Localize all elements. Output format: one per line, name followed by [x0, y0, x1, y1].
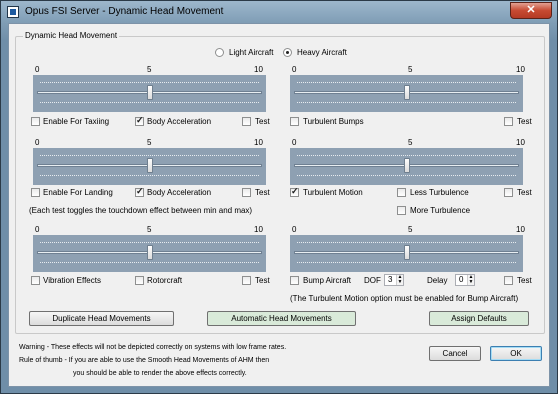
scale-max: 10 [254, 225, 263, 234]
rotorcraft-checkbox[interactable] [135, 276, 144, 285]
bump-aircraft-checkbox[interactable] [290, 276, 299, 285]
bump-aircraft-label: Bump Aircraft [303, 276, 352, 285]
light-aircraft-label: Light Aircraft [229, 48, 274, 57]
test-label: Test [255, 276, 270, 285]
dialog-client: Dynamic Head Movement Light Aircraft Hea… [8, 23, 550, 387]
test-checkbox[interactable] [242, 188, 251, 197]
enable-taxiing-checkbox[interactable] [31, 117, 40, 126]
enable-landing-label: Enable For Landing [43, 188, 113, 197]
slider-thumb[interactable] [403, 158, 410, 173]
duplicate-head-movements-button[interactable]: Duplicate Head Movements [29, 311, 174, 326]
turbulent-motion-checkbox[interactable] [290, 186, 299, 197]
test-checkbox[interactable] [242, 117, 251, 126]
landing-slider[interactable] [33, 148, 266, 185]
dialog-window: Opus FSI Server - Dynamic Head Movement … [0, 0, 558, 394]
scale-min: 0 [292, 225, 297, 234]
touchdown-note: (Each test toggles the touchdown effect … [29, 206, 253, 215]
scale-max: 10 [516, 138, 525, 147]
scale-mid: 5 [408, 138, 413, 147]
scale-min: 0 [35, 138, 40, 147]
vibration-effects-checkbox[interactable] [31, 276, 40, 285]
body-acceleration-checkbox[interactable] [135, 115, 144, 126]
slider-ticks [297, 262, 516, 266]
slider-thumb[interactable] [146, 158, 153, 173]
bump-aircraft-note: (The Turbulent Motion option must be ena… [290, 294, 519, 303]
enable-landing-checkbox[interactable] [31, 188, 40, 197]
slider-ticks [40, 262, 259, 266]
slider-thumb[interactable] [403, 245, 410, 260]
assign-defaults-button[interactable]: Assign Defaults [429, 311, 529, 326]
delay-value: 0 [459, 275, 464, 284]
vibration-slider[interactable] [33, 235, 266, 272]
slider-thumb[interactable] [146, 85, 153, 100]
close-button[interactable]: ✕ [510, 2, 552, 19]
test-checkbox[interactable] [504, 276, 513, 285]
app-icon [7, 6, 19, 18]
scale-min: 0 [35, 65, 40, 74]
title-bar[interactable]: Opus FSI Server - Dynamic Head Movement … [1, 1, 557, 23]
scale-mid: 5 [408, 65, 413, 74]
less-turbulence-label: Less Turbulence [410, 188, 469, 197]
slider-ticks [40, 102, 259, 106]
less-turbulence-checkbox[interactable] [397, 188, 406, 197]
vibration-effects-label: Vibration Effects [43, 276, 101, 285]
body-acceleration-label: Body Acceleration [147, 188, 212, 197]
scale-max: 10 [254, 65, 263, 74]
turbulent-motion-slider[interactable] [290, 148, 523, 185]
bump-aircraft-slider[interactable] [290, 235, 523, 272]
window-title: Opus FSI Server - Dynamic Head Movement [25, 6, 224, 17]
ok-button[interactable]: OK [490, 346, 542, 361]
group-label: Dynamic Head Movement [23, 31, 120, 40]
slider-ticks [40, 175, 259, 179]
delay-spinner[interactable]: 0 ▲ ▼ [455, 274, 475, 286]
turbulent-bumps-label: Turbulent Bumps [303, 117, 364, 126]
scale-min: 0 [292, 138, 297, 147]
light-aircraft-radio[interactable] [215, 48, 224, 57]
scale-mid: 5 [147, 138, 152, 147]
rule-of-thumb-text: Rule of thumb - If you are able to use t… [19, 357, 270, 364]
test-checkbox[interactable] [504, 117, 513, 126]
test-checkbox[interactable] [504, 188, 513, 197]
turbulent-motion-label: Turbulent Motion [303, 188, 363, 197]
dof-value: 3 [388, 275, 393, 284]
scale-mid: 5 [408, 225, 413, 234]
spinner-arrows-icon[interactable]: ▲ ▼ [396, 275, 403, 285]
turbulent-bumps-slider[interactable] [290, 75, 523, 112]
turbulent-bumps-checkbox[interactable] [290, 117, 299, 126]
automatic-head-movements-button[interactable]: Automatic Head Movements [207, 311, 356, 326]
scale-min: 0 [292, 65, 297, 74]
test-label: Test [517, 117, 532, 126]
rotorcraft-label: Rotorcraft [147, 276, 183, 285]
test-label: Test [517, 188, 532, 197]
rule-of-thumb-text-2: you should be able to render the above e… [73, 370, 247, 377]
dof-spinner[interactable]: 3 ▲ ▼ [384, 274, 404, 286]
scale-mid: 5 [147, 225, 152, 234]
scale-mid: 5 [147, 65, 152, 74]
more-turbulence-label: More Turbulence [410, 206, 471, 215]
test-label: Test [255, 117, 270, 126]
slider-thumb[interactable] [403, 85, 410, 100]
slider-thumb[interactable] [146, 245, 153, 260]
body-acceleration-label: Body Acceleration [147, 117, 212, 126]
test-label: Test [517, 276, 532, 285]
delay-label: Delay [427, 276, 448, 285]
scale-max: 10 [516, 65, 525, 74]
test-checkbox[interactable] [242, 276, 251, 285]
spinner-arrows-icon[interactable]: ▲ ▼ [467, 275, 474, 285]
dof-label: DOF [364, 276, 381, 285]
enable-taxiing-label: Enable For Taxiing [43, 117, 110, 126]
slider-ticks [297, 102, 516, 106]
heavy-aircraft-radio[interactable] [283, 48, 292, 57]
slider-ticks [297, 175, 516, 179]
body-acceleration-checkbox[interactable] [135, 186, 144, 197]
scale-min: 0 [35, 225, 40, 234]
scale-max: 10 [516, 225, 525, 234]
heavy-aircraft-label: Heavy Aircraft [297, 48, 347, 57]
warning-text: Warning - These effects will not be depi… [19, 344, 287, 351]
more-turbulence-checkbox[interactable] [397, 206, 406, 215]
cancel-button[interactable]: Cancel [429, 346, 481, 361]
taxiing-slider[interactable] [33, 75, 266, 112]
scale-max: 10 [254, 138, 263, 147]
test-label: Test [255, 188, 270, 197]
